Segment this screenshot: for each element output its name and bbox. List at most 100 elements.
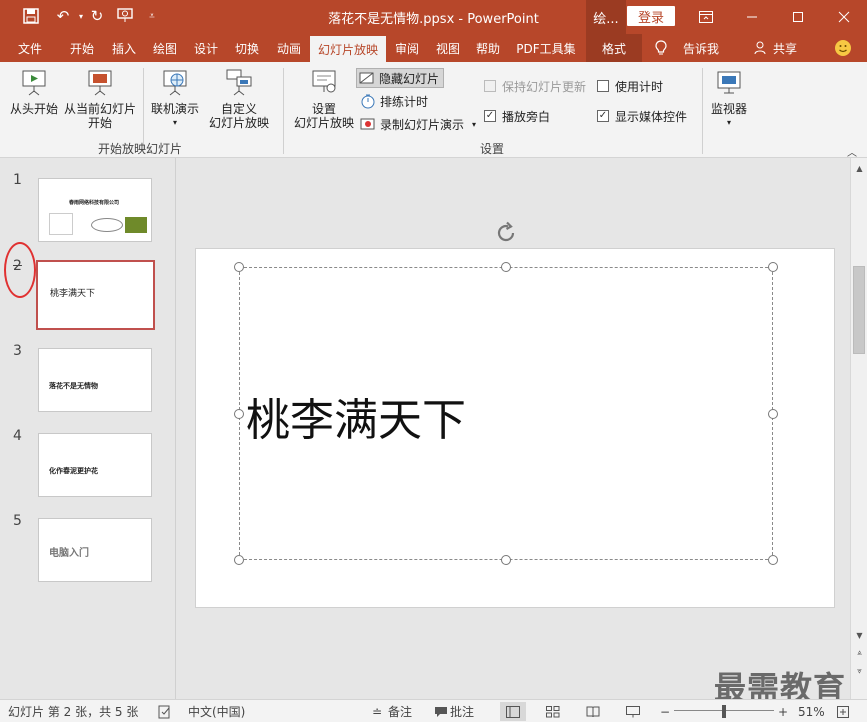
from-current-label-2: 开始	[87, 116, 112, 130]
slide-count-status: 幻灯片 第 2 张，共 5 张	[8, 705, 139, 719]
resize-handle-bottom[interactable]	[501, 555, 511, 565]
play-narration-label: 播放旁白	[502, 109, 551, 124]
comments-icon[interactable]	[434, 703, 448, 720]
custom-label-2: 幻灯片放映	[208, 116, 269, 130]
resize-handle-bottom-right[interactable]	[768, 555, 778, 565]
scroll-up-arrow-icon[interactable]: ▲	[851, 160, 867, 176]
next-slide-icon[interactable]: ⩔	[851, 663, 867, 679]
keep-slides-updated-checkbox[interactable]: 保持幻灯片更新	[484, 76, 586, 96]
play-narration-checkbox[interactable]: ✓ 播放旁白	[484, 106, 550, 126]
from-beginning-button[interactable]: 从头开始	[8, 68, 60, 116]
tab-draw[interactable]: 绘图	[144, 34, 186, 62]
tab-insert[interactable]: 插入	[104, 34, 144, 62]
tab-animations[interactable]: 动画	[268, 34, 310, 62]
zoom-percentage[interactable]: 51%	[798, 703, 825, 720]
rehearse-timings-button[interactable]: 排练计时	[360, 91, 428, 111]
scroll-down-arrow-icon[interactable]: ▼	[851, 627, 867, 643]
status-bar: 幻灯片 第 2 张，共 5 张 中文(中国) ≐ 备注 批注 − + 51%	[0, 699, 867, 722]
previous-slide-icon[interactable]: ⩓	[851, 645, 867, 661]
setup-label-2: 幻灯片放映	[293, 116, 354, 130]
language-status[interactable]: 中文(中国)	[188, 703, 245, 720]
tab-transitions[interactable]: 切换	[226, 34, 268, 62]
resize-handle-left[interactable]	[234, 409, 244, 419]
hide-slide-button[interactable]: 隐藏幻灯片	[356, 68, 445, 88]
setup-slideshow-button[interactable]: 设置 幻灯片放映	[291, 68, 357, 130]
spellcheck-icon[interactable]	[158, 703, 172, 720]
close-icon[interactable]	[821, 0, 867, 34]
normal-view-icon[interactable]	[500, 702, 526, 721]
tab-slideshow[interactable]: 幻灯片放映	[310, 36, 386, 62]
thumb-1-picture-links	[49, 213, 73, 235]
tab-pdf-tools[interactable]: PDF工具集	[510, 34, 582, 62]
show-media-controls-checkbox[interactable]: ✓ 显示媒体控件	[597, 106, 687, 126]
use-timings-checkbox[interactable]: 使用计时	[597, 76, 663, 96]
maximize-icon[interactable]	[775, 0, 821, 34]
online-present-button[interactable]: 联机演示 ▾	[148, 68, 202, 130]
slide-thumbnail-1[interactable]: 春雨网络科技有限公司	[38, 178, 152, 242]
lightbulb-icon[interactable]	[652, 34, 670, 62]
tab-review[interactable]: 审阅	[388, 34, 426, 62]
projector-current-icon	[88, 70, 112, 96]
tab-file[interactable]: 文件	[8, 34, 52, 62]
online-present-dropdown-icon: ▾	[172, 118, 177, 127]
title-bar: ↶ ▾ ↻ ⩡ 落花不是无情物.ppsx - PowerPoint 绘... 登…	[0, 0, 867, 34]
resize-handle-bottom-left[interactable]	[234, 555, 244, 565]
slideshow-view-icon[interactable]	[620, 702, 646, 721]
monitor-button[interactable]: 监视器 ▾	[708, 68, 750, 130]
slide-thumbnail-2[interactable]: 桃李满天下	[36, 260, 155, 330]
login-button[interactable]: 登录	[627, 6, 675, 26]
custom-slideshow-button[interactable]: 自定义 幻灯片放映	[203, 68, 275, 130]
share-person-icon[interactable]	[752, 34, 770, 62]
slide-editing-area: 桃李满天下	[177, 158, 850, 699]
slide-thumbnail-5[interactable]: 电脑入门	[38, 518, 152, 582]
tab-home[interactable]: 开始	[60, 34, 104, 62]
notes-icon[interactable]: ≐	[372, 703, 382, 720]
ribbon-display-options-icon[interactable]	[683, 0, 729, 34]
record-icon	[360, 118, 375, 130]
collapse-ribbon-icon[interactable]: ︿	[847, 144, 857, 159]
from-current-slide-button[interactable]: 从当前幻灯片 开始	[62, 68, 138, 130]
minimize-icon[interactable]	[729, 0, 775, 34]
record-dropdown-icon: ▾	[472, 119, 477, 129]
vertical-scrollbar[interactable]: ▲ ▼ ⩓ ⩔	[850, 158, 867, 699]
resize-handle-right[interactable]	[768, 409, 778, 419]
slide-number: 4	[13, 428, 22, 444]
notes-button[interactable]: 备注	[388, 703, 412, 720]
zoom-slider-thumb[interactable]	[722, 705, 726, 718]
record-slideshow-button[interactable]: 录制幻灯片演示 ▾	[360, 114, 476, 134]
fit-to-window-icon[interactable]	[836, 703, 850, 720]
comments-button[interactable]: 批注	[450, 703, 474, 720]
tab-design[interactable]: 设计	[186, 34, 226, 62]
record-label: 录制幻灯片演示	[380, 117, 465, 132]
use-timings-checkbox-box	[597, 80, 609, 92]
rehearse-label: 排练计时	[380, 94, 429, 109]
hide-slide-icon	[359, 72, 374, 84]
start-group-label: 开始放映幻灯片	[98, 142, 183, 156]
slide-title-text[interactable]: 桃李满天下	[246, 384, 466, 448]
setup-label-1: 设置	[311, 102, 336, 116]
red-annotation-circle	[4, 242, 36, 298]
tab-view[interactable]: 视图	[428, 34, 468, 62]
slide-sorter-view-icon[interactable]	[540, 702, 566, 721]
scrollbar-thumb[interactable]	[853, 266, 865, 354]
slide-thumbnail-4[interactable]: 化作春泥更护花	[38, 433, 152, 497]
tell-me[interactable]: 告诉我	[676, 34, 726, 62]
smiley-feedback-icon[interactable]	[830, 34, 856, 62]
resize-handle-top[interactable]	[501, 262, 511, 272]
slide-number: 1	[13, 172, 22, 188]
slide-number: 5	[13, 513, 22, 529]
custom-slideshow-icon	[226, 69, 252, 96]
tab-help[interactable]: 帮助	[468, 34, 508, 62]
zoom-in-icon[interactable]: +	[778, 703, 788, 720]
setup-slideshow-icon	[312, 70, 336, 93]
rotate-handle-icon[interactable]	[494, 221, 518, 245]
tab-format[interactable]: 格式	[586, 34, 642, 62]
group-divider	[283, 68, 284, 154]
resize-handle-top-right[interactable]	[768, 262, 778, 272]
reading-view-icon[interactable]	[580, 702, 606, 721]
share-button[interactable]: 共享	[770, 34, 800, 62]
zoom-out-icon[interactable]: −	[660, 703, 670, 720]
thumb-3-text: 落花不是无情物	[49, 381, 98, 390]
resize-handle-top-left[interactable]	[234, 262, 244, 272]
slide-thumbnail-3[interactable]: 落花不是无情物	[38, 348, 152, 412]
